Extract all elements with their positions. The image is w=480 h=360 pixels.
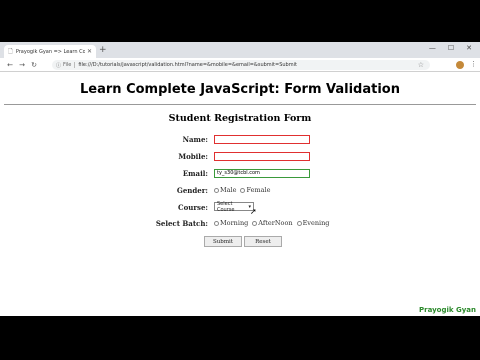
forward-icon[interactable]: → <box>16 61 28 69</box>
url-text[interactable]: file:///D:/tutorials/javascript/validati… <box>78 62 426 68</box>
brand-watermark: Prayogik Gyan <box>419 306 476 314</box>
email-label: Email: <box>182 169 208 178</box>
batch-afternoon-label: AfterNoon <box>258 219 293 227</box>
tab-strip: 🗋 Prayogik Gyan => Learn Complete ✕ + — … <box>0 42 480 58</box>
gender-male-label: Male <box>220 186 237 194</box>
page-content: Learn Complete JavaScript: Form Validati… <box>0 73 480 316</box>
back-icon[interactable]: ← <box>4 61 16 69</box>
browser-tab[interactable]: 🗋 Prayogik Gyan => Learn Complete ✕ <box>4 45 96 58</box>
close-window-icon[interactable]: ✕ <box>466 44 472 52</box>
batch-group: Morning AfterNoon Evening <box>214 219 333 227</box>
batch-morning-label: Morning <box>220 219 249 227</box>
info-icon[interactable]: ⓘ <box>56 62 61 69</box>
browser-toolbar: ← → ↻ ⓘ File file:///D:/tutorials/javasc… <box>0 58 480 72</box>
form-title: Student Registration Form <box>168 113 312 124</box>
batch-label: Select Batch: <box>155 219 208 228</box>
window-controls: — ☐ ✕ <box>429 44 472 52</box>
new-tab-button[interactable]: + <box>99 45 107 56</box>
gender-label: Gender: <box>176 186 208 195</box>
bookmark-star-icon[interactable]: ☆ <box>418 60 424 70</box>
gender-male-radio[interactable] <box>214 187 219 193</box>
batch-evening-checkbox[interactable] <box>296 220 302 226</box>
batch-afternoon-checkbox[interactable] <box>252 220 258 226</box>
page-title: Learn Complete JavaScript: Form Validati… <box>80 82 400 97</box>
email-field[interactable]: ty_s30@tcbl.com <box>214 169 310 178</box>
heading-divider <box>4 104 476 105</box>
reset-button[interactable]: Reset <box>244 236 282 247</box>
extension-icon[interactable] <box>456 61 464 69</box>
mouse-cursor-icon: ➚ <box>250 207 257 216</box>
submit-button[interactable]: Submit <box>204 236 242 247</box>
course-select[interactable]: Select Course ▾ <box>214 200 254 213</box>
name-field[interactable] <box>214 135 310 144</box>
gender-female-radio[interactable] <box>240 187 246 193</box>
mobile-field[interactable] <box>214 152 310 161</box>
gender-group: Male Female <box>214 186 274 194</box>
minimize-icon[interactable]: — <box>429 44 436 52</box>
tab-title: Prayogik Gyan => Learn Complete <box>15 48 85 55</box>
url-scheme: File <box>63 62 76 68</box>
course-label: Course: <box>178 203 208 212</box>
browser-window: 🗋 Prayogik Gyan => Learn Complete ✕ + — … <box>0 42 480 316</box>
reload-icon[interactable]: ↻ <box>28 61 40 69</box>
course-selected-value: Select Course <box>217 200 235 213</box>
close-tab-icon[interactable]: ✕ <box>87 48 92 55</box>
gender-female-label: Female <box>246 186 271 194</box>
address-bar[interactable]: ⓘ File file:///D:/tutorials/javascript/v… <box>52 60 430 70</box>
name-label: Name: <box>182 135 208 144</box>
page-icon: 🗋 <box>8 47 13 55</box>
batch-morning-checkbox[interactable] <box>214 220 219 226</box>
maximize-icon[interactable]: ☐ <box>448 44 454 52</box>
menu-icon[interactable]: ⋮ <box>470 60 477 68</box>
batch-evening-label: Evening <box>302 219 330 227</box>
mobile-label: Mobile: <box>178 152 208 161</box>
